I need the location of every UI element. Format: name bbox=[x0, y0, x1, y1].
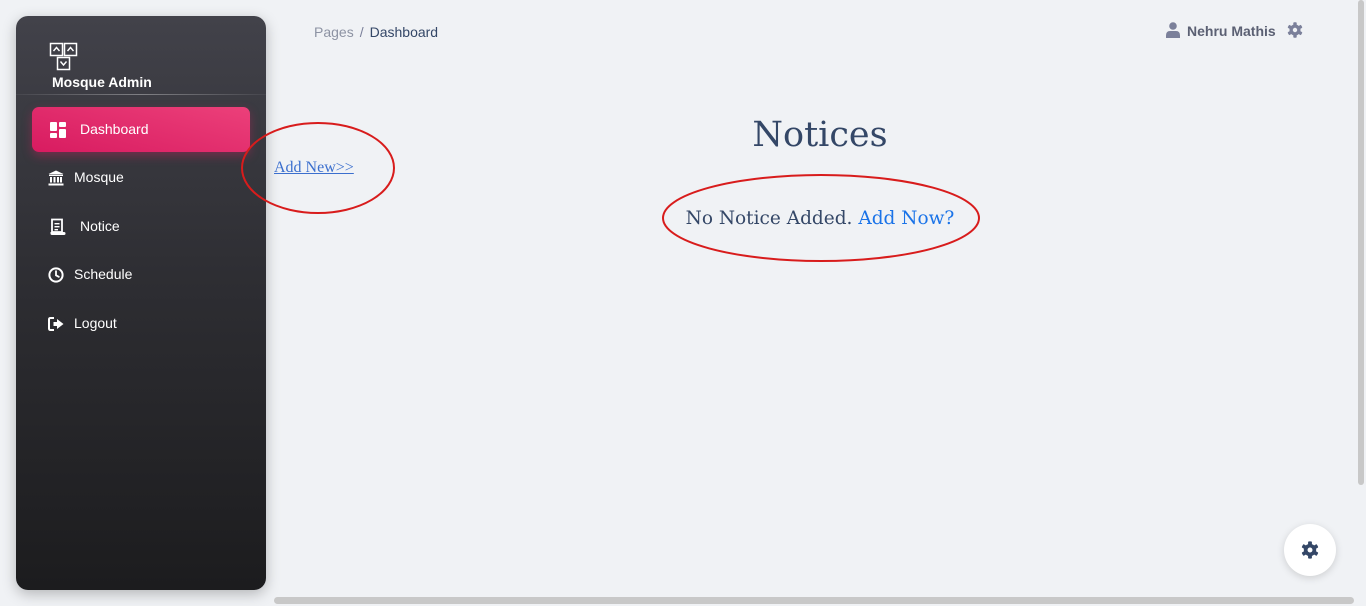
dashboard-icon bbox=[50, 122, 66, 138]
sidebar-divider bbox=[16, 94, 266, 95]
clock-icon bbox=[48, 267, 64, 283]
breadcrumb-pages[interactable]: Pages bbox=[314, 24, 354, 40]
breadcrumb-current: Dashboard bbox=[369, 24, 439, 40]
sidebar: Mosque Admin Dashboard Mosque Notice Sch… bbox=[16, 16, 266, 590]
breadcrumb: Pages / Dashboard bbox=[314, 24, 438, 40]
brand-name: Mosque Admin bbox=[52, 74, 152, 90]
sidebar-item-label: Notice bbox=[80, 218, 120, 234]
sidebar-item-logout[interactable]: Logout bbox=[32, 301, 250, 346]
mosque-logo-icon bbox=[49, 42, 78, 71]
sidebar-item-dashboard[interactable]: Dashboard bbox=[32, 107, 250, 152]
sidebar-item-mosque[interactable]: Mosque bbox=[32, 155, 250, 200]
sidebar-item-label: Schedule bbox=[74, 266, 133, 282]
user-name: Nehru Mathis bbox=[1187, 23, 1276, 39]
empty-message: No Notice Added. bbox=[685, 208, 853, 229]
horizontal-scrollbar[interactable] bbox=[274, 597, 1354, 604]
settings-gear-icon bbox=[1301, 541, 1319, 559]
user-icon bbox=[1166, 22, 1180, 38]
page-title: Notices bbox=[752, 115, 888, 155]
sidebar-item-label: Mosque bbox=[74, 169, 124, 185]
add-now-link[interactable]: Add Now? bbox=[858, 208, 954, 229]
brand[interactable]: Mosque Admin bbox=[16, 16, 266, 94]
sidebar-item-schedule[interactable]: Schedule bbox=[32, 252, 250, 297]
receipt-icon bbox=[50, 218, 66, 235]
settings-gear-icon[interactable] bbox=[1287, 22, 1303, 38]
bank-icon bbox=[48, 170, 64, 186]
empty-state: No Notice Added. Add Now? bbox=[560, 208, 1080, 229]
sidebar-item-label: Dashboard bbox=[80, 121, 149, 137]
logout-icon bbox=[48, 317, 64, 331]
add-new-link[interactable]: Add New>> bbox=[274, 159, 354, 177]
sidebar-item-label: Logout bbox=[74, 315, 117, 331]
sidebar-item-notice[interactable]: Notice bbox=[32, 204, 250, 249]
vertical-scrollbar-thumb[interactable] bbox=[1358, 0, 1364, 485]
configurator-button[interactable] bbox=[1284, 524, 1336, 576]
breadcrumb-separator: / bbox=[359, 24, 364, 40]
